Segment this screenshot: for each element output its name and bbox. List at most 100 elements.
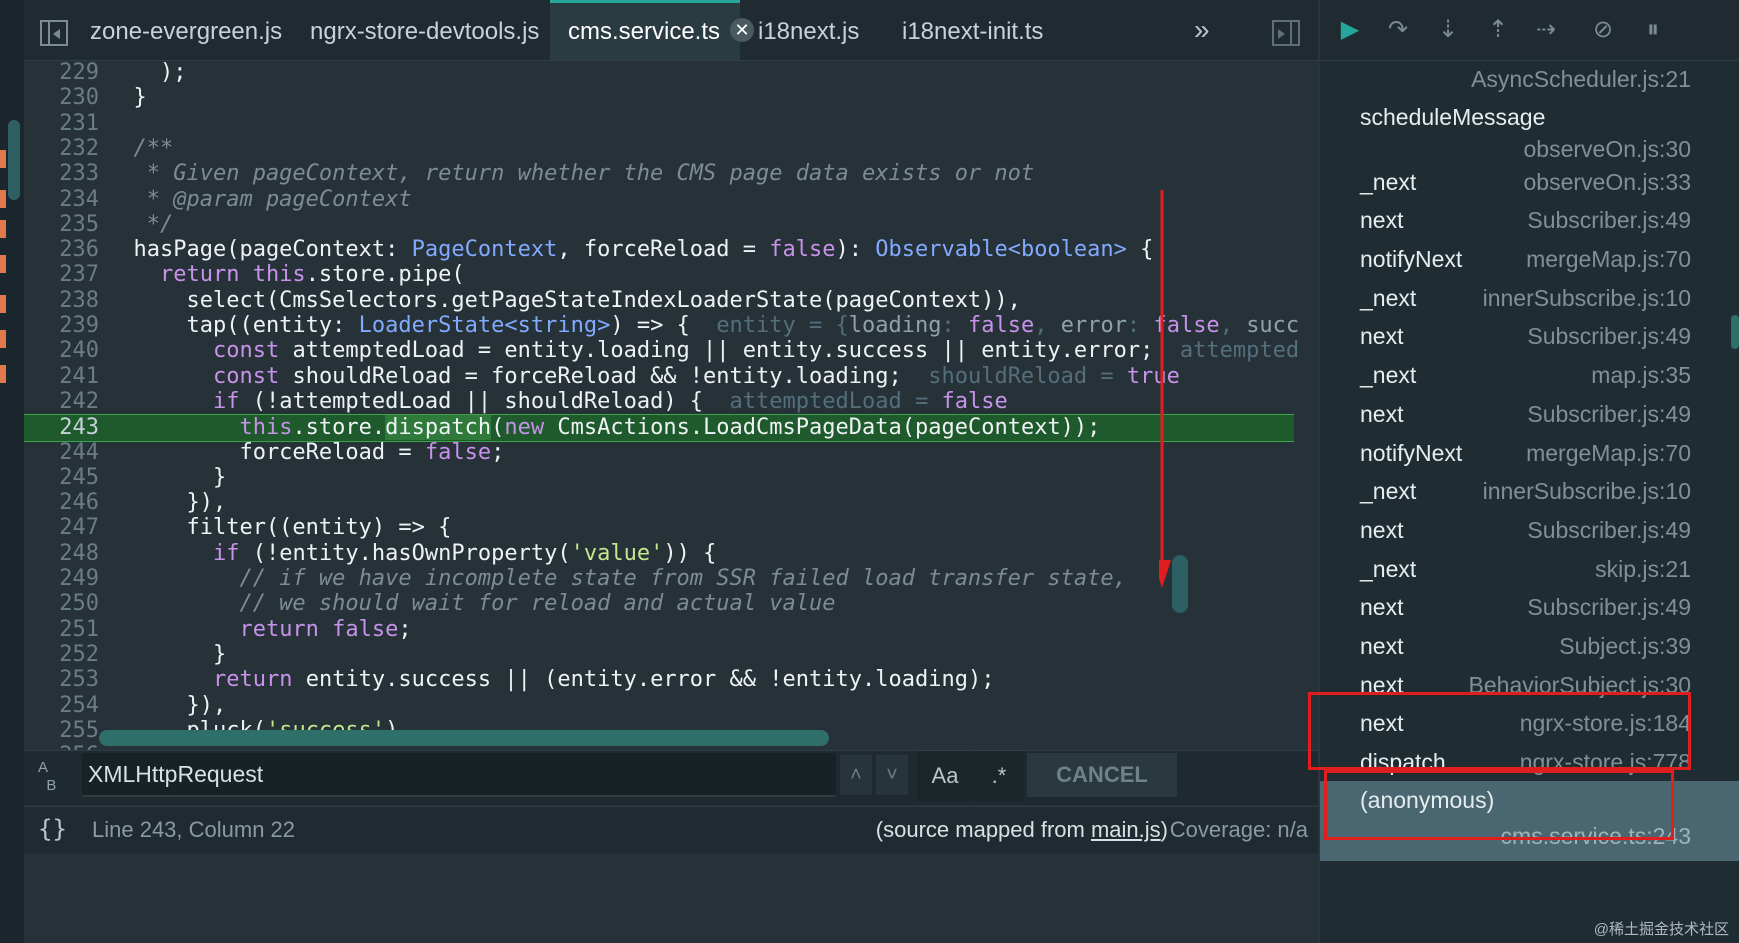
line-number[interactable]: 251	[24, 617, 99, 642]
code-line[interactable]: 236 hasPage(pageContext: PageContext, fo…	[24, 237, 1294, 265]
call-frame[interactable]: next Subscriber.js:49	[1320, 201, 1739, 241]
code-line[interactable]: 245 }	[24, 465, 1294, 493]
line-number[interactable]: 243	[24, 415, 99, 440]
line-number[interactable]: 235	[24, 212, 99, 237]
frame-location: observeOn.js:33	[1523, 169, 1691, 195]
line-number[interactable]: 237	[24, 262, 99, 287]
code-text: const attemptedLoad = entity.loading || …	[212, 338, 1300, 364]
code-line[interactable]: 251 return false;	[24, 617, 1294, 645]
code-line[interactable]: 244 forceReload = false;	[24, 440, 1294, 468]
line-number[interactable]: 248	[24, 541, 99, 566]
line-number[interactable]: 250	[24, 591, 99, 616]
call-frame[interactable]: _next innerSubscribe.js:10	[1320, 279, 1739, 319]
match-case-toggle[interactable]: Aa	[917, 751, 973, 801]
call-frame[interactable]: next Subscriber.js:49	[1320, 511, 1739, 551]
code-line[interactable]: 239 tap((entity: LoaderState<string>) =>…	[24, 313, 1299, 341]
line-number[interactable]: 241	[24, 364, 99, 389]
line-number[interactable]: 232	[24, 136, 99, 161]
more-tabs-icon[interactable]: »	[1194, 14, 1210, 46]
code-text: * Given pageContext, return whether the …	[107, 161, 1035, 187]
call-frame[interactable]: _next innerSubscribe.js:10	[1320, 472, 1739, 512]
code-line[interactable]: 240 const attemptedLoad = entity.loading…	[24, 338, 1299, 366]
search-mode-icon[interactable]: A B	[38, 759, 68, 795]
code-line[interactable]: 246 }),	[24, 490, 1294, 518]
red-box-annotation	[1308, 692, 1691, 770]
line-number[interactable]: 230	[24, 85, 99, 110]
code-line[interactable]: 242 if (!attemptedLoad || shouldReload) …	[24, 389, 1294, 417]
call-frame[interactable]: AsyncScheduler.js:21	[1320, 60, 1739, 100]
tab-ngrx-store-devtools[interactable]: ngrx-store-devtools.js	[310, 0, 539, 60]
code-line[interactable]: 230 }	[24, 85, 1294, 113]
step-out-icon[interactable]: ⇡	[1480, 12, 1516, 48]
line-number[interactable]: 236	[24, 237, 99, 262]
code-line[interactable]: 249 // if we have incomplete state from …	[24, 566, 1294, 594]
tab-i18next[interactable]: i18next.js	[758, 0, 859, 60]
code-line[interactable]: 232 /**	[24, 136, 1294, 164]
code-line[interactable]: 229 );	[24, 60, 1294, 88]
line-number[interactable]: 244	[24, 440, 99, 465]
regex-toggle[interactable]: .*	[974, 751, 1024, 801]
resume-icon[interactable]: ▶	[1332, 12, 1368, 48]
next-match-icon[interactable]: ˅	[876, 755, 908, 795]
line-number[interactable]: 249	[24, 566, 99, 591]
call-frame[interactable]: _next observeOn.js:33	[1320, 163, 1739, 203]
pause-on-exceptions-icon[interactable]: ⏸	[1635, 12, 1671, 48]
code-line[interactable]: 231	[24, 111, 1294, 139]
call-frame[interactable]: next Subject.js:39	[1320, 627, 1739, 667]
call-frame[interactable]: _next skip.js:21	[1320, 550, 1739, 590]
toggle-debugger-icon[interactable]	[1272, 20, 1300, 46]
call-frame[interactable]: next Subscriber.js:49	[1320, 317, 1739, 357]
line-number[interactable]: 253	[24, 667, 99, 692]
code-line[interactable]: 247 filter((entity) => {	[24, 515, 1294, 543]
line-number[interactable]: 254	[24, 693, 99, 718]
search-input[interactable]	[82, 753, 836, 797]
tab-cms-service[interactable]: cms.service.ts ✕	[550, 0, 755, 60]
call-frame[interactable]: notifyNext mergeMap.js:70	[1320, 434, 1739, 474]
line-number[interactable]: 238	[24, 288, 99, 313]
code-line[interactable]: 241 const shouldReload = forceReload && …	[24, 364, 1294, 392]
line-number[interactable]: 246	[24, 490, 99, 515]
tab-i18next-init[interactable]: i18next-init.ts	[902, 0, 1043, 60]
code-line[interactable]: 238 select(CmsSelectors.getPageStateInde…	[24, 288, 1294, 316]
call-frame[interactable]: next Subscriber.js:49	[1320, 395, 1739, 435]
step-over-icon[interactable]: ↷	[1380, 12, 1416, 48]
code-line[interactable]: 248 if (!entity.hasOwnProperty('value'))…	[24, 541, 1294, 569]
call-stack-scrollbar[interactable]	[1731, 315, 1739, 349]
code-area[interactable]: 229 ); 230 } 231 232 /** 233 * Given pageCon…	[24, 60, 1318, 820]
code-line[interactable]: 254 }),	[24, 693, 1294, 721]
tab-zone-evergreen[interactable]: zone-evergreen.js	[90, 0, 282, 60]
code-line[interactable]: 237 return this.store.pipe(	[24, 262, 1294, 290]
line-number[interactable]: 252	[24, 642, 99, 667]
source-map-link[interactable]: main.js	[1091, 817, 1161, 842]
code-line[interactable]: 235 */	[24, 212, 1294, 240]
cancel-button[interactable]: CANCEL	[1027, 753, 1177, 797]
code-line[interactable]: 234 * @param pageContext	[24, 187, 1294, 215]
gutter-scrollbar[interactable]	[8, 120, 20, 200]
horizontal-scrollbar[interactable]	[99, 730, 829, 746]
line-number[interactable]: 245	[24, 465, 99, 490]
line-number[interactable]: 229	[24, 60, 99, 85]
call-frame[interactable]: _next map.js:35	[1320, 356, 1739, 396]
previous-match-icon[interactable]: ˄	[840, 755, 872, 795]
line-number[interactable]: 233	[24, 161, 99, 186]
code-line[interactable]: 250 // we should wait for reload and act…	[24, 591, 1294, 619]
code-line-current[interactable]: 243 this.store.dispatch(new CmsActions.L…	[24, 414, 1294, 443]
line-number[interactable]: 231	[24, 111, 99, 136]
line-number[interactable]: 242	[24, 389, 99, 414]
toggle-navigator-icon[interactable]	[40, 20, 68, 46]
step-icon[interactable]: ⇢	[1528, 12, 1564, 48]
code-line[interactable]: 252 }	[24, 642, 1294, 670]
line-number[interactable]: 255	[24, 718, 99, 743]
code-line[interactable]: 253 return entity.success || (entity.err…	[24, 667, 1294, 695]
line-number[interactable]: 240	[24, 338, 99, 363]
deactivate-breakpoints-icon[interactable]: ⊘	[1585, 12, 1621, 48]
call-frame[interactable]: notifyNext mergeMap.js:70	[1320, 240, 1739, 280]
pretty-print-icon[interactable]: {}	[38, 815, 67, 843]
call-frame[interactable]: next Subscriber.js:49	[1320, 588, 1739, 628]
close-icon[interactable]: ✕	[730, 17, 755, 42]
step-in-icon[interactable]: ⇣	[1430, 12, 1466, 48]
line-number[interactable]: 239	[24, 313, 99, 338]
line-number[interactable]: 234	[24, 187, 99, 212]
line-number[interactable]: 247	[24, 515, 99, 540]
code-line[interactable]: 233 * Given pageContext, return whether …	[24, 161, 1294, 189]
